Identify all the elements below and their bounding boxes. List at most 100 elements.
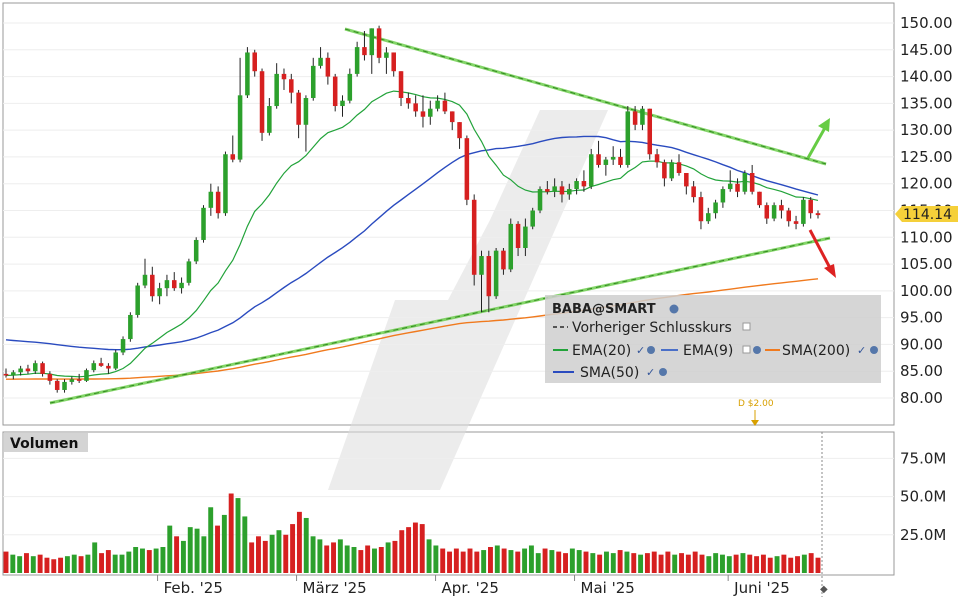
volume-bar [30, 556, 36, 573]
candle-body [18, 368, 23, 373]
candle-body [435, 100, 440, 109]
candle-body [449, 111, 455, 123]
settings-icon[interactable] [659, 368, 667, 376]
candle-body [303, 98, 309, 125]
volume-bar [658, 554, 664, 573]
volume-bar [515, 551, 521, 573]
legend-sma200: SMA(200) [782, 343, 850, 359]
volume-bar [535, 553, 541, 573]
candle-body [406, 98, 411, 104]
volume-bar [85, 554, 91, 573]
candle-body [120, 339, 126, 353]
candle-body [588, 154, 594, 187]
settings-icon[interactable] [647, 346, 655, 354]
candle-body [369, 28, 375, 56]
volume-bar [283, 534, 289, 573]
candle-body [471, 199, 477, 275]
volume-bar [146, 550, 152, 573]
volume-bar [740, 553, 746, 573]
candle-body [757, 191, 762, 206]
candle-body [201, 207, 206, 240]
candle-body [625, 111, 631, 165]
volume-bar [249, 542, 255, 573]
volume-bar [17, 556, 23, 573]
candle-body [413, 103, 418, 112]
volume-tick-label: 75.0M [900, 449, 946, 467]
volume-bar [569, 548, 575, 573]
candle-body [215, 191, 221, 214]
volume-bar [781, 554, 787, 573]
candle-body [252, 52, 257, 72]
candle-body [640, 108, 645, 125]
volume-bar [453, 548, 459, 573]
candle-body [610, 156, 616, 160]
volume-bar [215, 525, 220, 573]
settings-icon[interactable] [870, 346, 878, 354]
candle-body [515, 223, 521, 248]
volume-bar [126, 551, 132, 573]
candle-body [398, 71, 404, 98]
volume-bar [467, 548, 473, 573]
candle-body [3, 373, 9, 376]
volume-bar [256, 536, 261, 573]
candle-body [259, 71, 265, 133]
candle-body [428, 108, 433, 117]
candle-body [289, 79, 294, 93]
check-icon[interactable]: ✓ [646, 366, 655, 379]
volume-bar [51, 559, 57, 573]
volume-bar [412, 522, 418, 573]
checkbox-icon[interactable] [742, 345, 751, 354]
candle-body [720, 189, 726, 203]
price-tick-label: 85.00 [900, 362, 943, 380]
volume-bar [3, 551, 9, 573]
candle-body [486, 256, 492, 297]
candle-body [62, 381, 67, 390]
price-tick-label: 145.00 [900, 41, 953, 59]
candle-body [545, 189, 550, 192]
volume-bar [665, 551, 671, 573]
volume-bar [235, 498, 241, 573]
volume-bar [597, 554, 603, 573]
candle-body [457, 122, 462, 139]
candle-body [128, 314, 133, 340]
candle-body [376, 28, 382, 58]
candle-body [523, 226, 528, 248]
candle-body [84, 370, 89, 381]
candle-body [47, 373, 53, 381]
volume-bar [522, 548, 528, 573]
volume-bar [508, 550, 514, 573]
candle-body [391, 52, 396, 72]
candle-body [310, 65, 316, 98]
candle-body [464, 138, 470, 200]
settings-icon[interactable] [753, 346, 761, 354]
candle-body [135, 285, 140, 315]
volume-bar [774, 556, 780, 573]
candle-body [537, 189, 543, 211]
candle-body [179, 282, 184, 289]
volume-bar [501, 548, 507, 573]
legend: BABA@SMART Vorheriger Schlusskurs EMA(20… [545, 295, 881, 383]
price-tick-label: 135.00 [900, 94, 953, 112]
candle-body [786, 210, 792, 222]
volume-bar [624, 551, 630, 573]
checkbox-icon[interactable] [742, 322, 751, 331]
volume-bar [651, 551, 657, 573]
volume-bar [549, 550, 555, 573]
legend-ema9: EMA(9) [683, 343, 733, 359]
volume-tick-label: 25.0M [900, 526, 946, 544]
volume-bar [399, 530, 405, 573]
candle-body [706, 213, 711, 222]
candle-body [567, 189, 572, 195]
settings-icon[interactable] [669, 304, 679, 314]
candle-body [267, 106, 272, 133]
volume-bar [447, 551, 452, 573]
candle-body [142, 274, 148, 286]
candle-body [559, 186, 565, 195]
candle-body [581, 181, 587, 187]
check-icon[interactable]: ✓ [857, 344, 866, 357]
volume-bar [296, 511, 302, 573]
candle-body [530, 210, 535, 227]
check-icon[interactable]: ✓ [636, 344, 645, 357]
volume-bar [788, 557, 794, 573]
volume-bar [331, 542, 336, 573]
